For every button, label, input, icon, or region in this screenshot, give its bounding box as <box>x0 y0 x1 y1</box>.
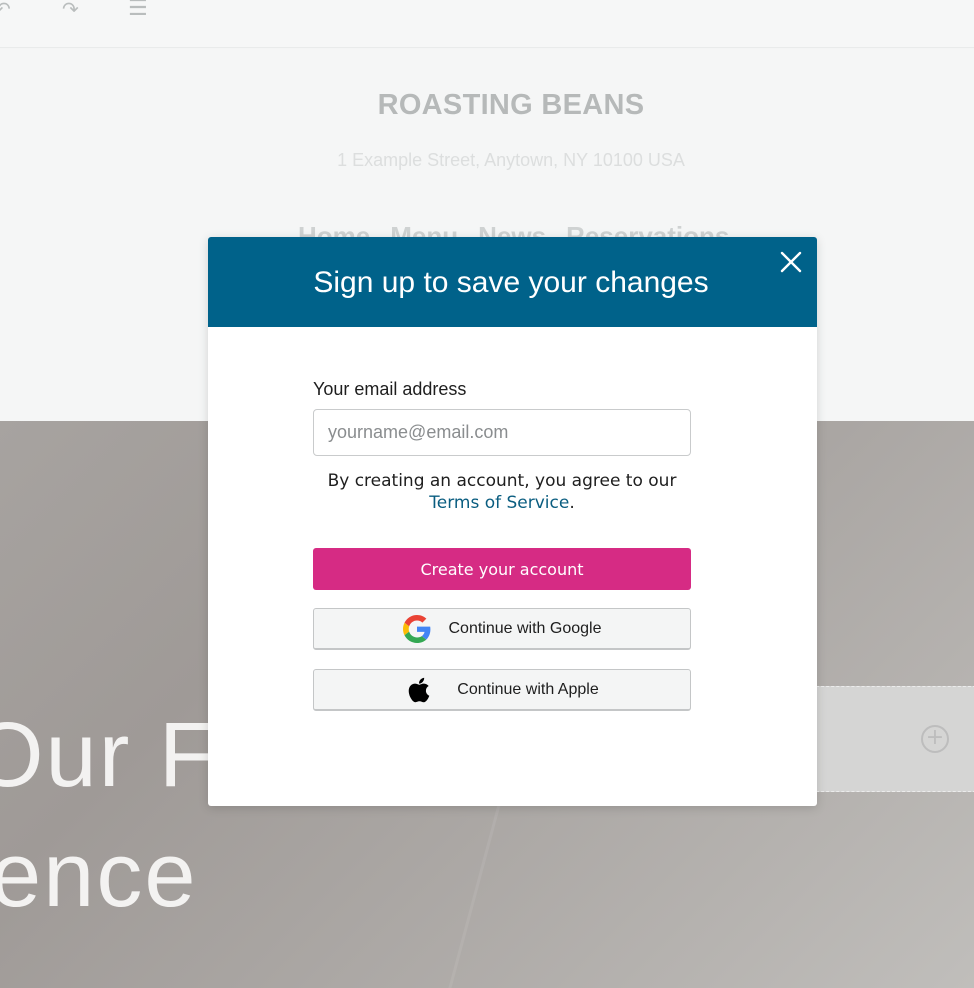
modal-title: Sign up to save your changes <box>313 266 709 299</box>
hero-heading-line-2: ence <box>0 824 198 926</box>
continue-with-apple-button[interactable]: Continue with Apple <box>313 669 691 711</box>
create-account-label: Create your account <box>420 559 584 579</box>
google-icon <box>402 614 431 643</box>
email-label: Your email address <box>313 379 467 399</box>
add-block-area[interactable]: + <box>816 686 974 792</box>
close-icon <box>780 251 802 273</box>
continue-with-google-button[interactable]: Continue with Google <box>313 608 691 650</box>
terms-notice: By creating an account, you agree to our… <box>313 470 691 514</box>
create-account-button[interactable]: Create your account <box>313 548 691 590</box>
modal-header: Sign up to save your changes <box>208 237 817 327</box>
terms-period: . <box>569 493 575 513</box>
site-address: 1 Example Street, Anytown, NY 10100 USA <box>337 150 685 170</box>
add-block-icon[interactable]: + <box>921 725 949 753</box>
continue-with-google-label: Continue with Google <box>448 619 602 637</box>
terms-text: By creating an account, you agree to our <box>327 471 677 491</box>
list-icon[interactable]: ☰ <box>128 0 148 20</box>
redo-icon[interactable]: ↷ <box>62 0 79 20</box>
continue-with-apple-label: Continue with Apple <box>457 680 599 698</box>
email-input[interactable] <box>313 409 691 456</box>
site-title: ROASTING BEANS <box>377 89 645 121</box>
terms-of-service-link[interactable]: Terms of Service <box>429 493 569 513</box>
apple-icon <box>405 676 433 704</box>
signup-modal: Sign up to save your changes Your email … <box>208 237 817 806</box>
undo-icon[interactable]: ↶ <box>0 0 11 20</box>
editor-toolbar: ↶ ↷ ☰ <box>0 0 974 48</box>
close-button[interactable] <box>779 250 803 274</box>
